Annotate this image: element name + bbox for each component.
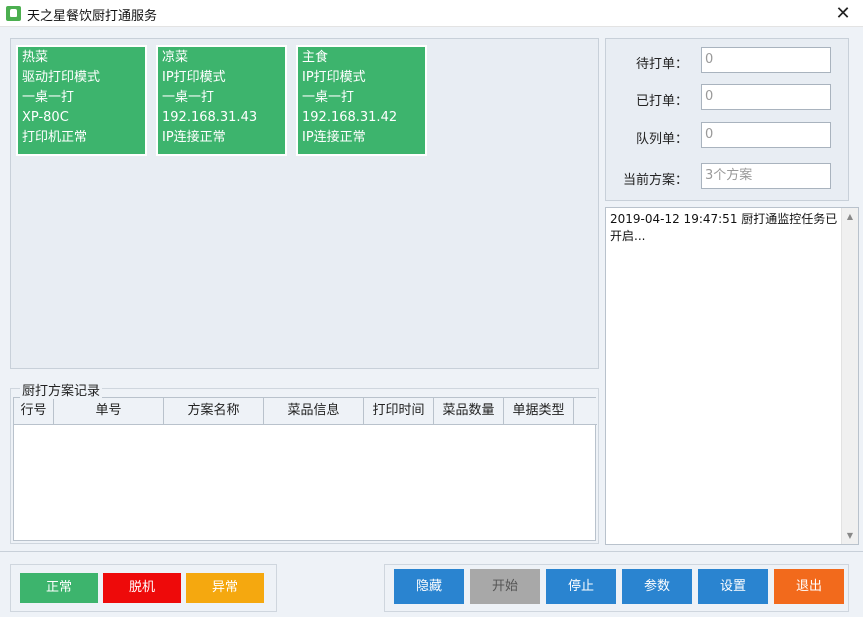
column-header-dish-info[interactable]: 菜品信息	[264, 398, 364, 424]
params-button[interactable]: 参数	[622, 569, 692, 604]
log-scrollbar[interactable]: ▲ ▼	[841, 208, 858, 544]
printer-name: 凉菜	[162, 50, 189, 65]
printer-status: IP连接正常	[302, 130, 366, 145]
bottom-toolbar: 正常 脱机 异常 隐藏 开始 停止 参数 设置 退出	[0, 551, 863, 617]
app-logo-icon	[6, 6, 21, 21]
printer-card-cold-dishes[interactable]: 凉菜 IP打印模式 一桌一打 192.168.31.43 IP连接正常	[156, 45, 287, 156]
title-bar: 天之星餐饮厨打通服务 ✕	[0, 0, 863, 27]
print-records-table[interactable]: 行号 单号 方案名称 菜品信息 打印时间 菜品数量 单据类型	[13, 397, 597, 541]
stop-button[interactable]: 停止	[546, 569, 616, 604]
window-title: 天之星餐饮厨打通服务	[27, 9, 158, 24]
legend-error: 异常	[186, 573, 264, 603]
printer-status: IP连接正常	[162, 130, 226, 145]
printer-device: XP-80C	[22, 110, 69, 125]
hide-button[interactable]: 隐藏	[394, 569, 464, 604]
start-button[interactable]: 开始	[470, 569, 540, 604]
current-scheme-field[interactable]: 3个方案	[701, 163, 831, 189]
close-button[interactable]: ✕	[823, 0, 863, 27]
column-header-row-no[interactable]: 行号	[14, 398, 54, 424]
pending-label: 待打单：	[635, 57, 688, 72]
printer-status: 打印机正常	[22, 130, 88, 145]
printed-label: 已打单：	[635, 94, 688, 109]
print-records-title: 厨打方案记录	[20, 380, 103, 399]
column-header-print-time[interactable]: 打印时间	[364, 398, 434, 424]
print-records-group: 厨打方案记录 行号 单号 方案名称 菜品信息 打印时间 菜品数量 单据类型	[10, 380, 599, 544]
printer-card-hot-dishes[interactable]: 热菜 驱动打印模式 一桌一打 XP-80C 打印机正常	[16, 45, 147, 156]
printer-policy: 一桌一打	[22, 90, 75, 105]
status-legend: 正常 脱机 异常	[10, 564, 277, 612]
settings-button[interactable]: 设置	[698, 569, 768, 604]
printed-count-field[interactable]: 0	[701, 84, 831, 110]
printer-device: 192.168.31.42	[302, 110, 398, 125]
service-log[interactable]: 2019-04-12 19:47:51 厨打通监控任务已开启... ▲ ▼	[605, 207, 859, 545]
scroll-up-icon[interactable]: ▲	[842, 208, 858, 225]
printer-device: 192.168.31.43	[162, 110, 258, 125]
printer-panel: 热菜 驱动打印模式 一桌一打 XP-80C 打印机正常 凉菜 IP打印模式 一桌…	[10, 38, 599, 369]
printer-policy: 一桌一打	[302, 90, 355, 105]
column-header-dish-count[interactable]: 菜品数量	[434, 398, 504, 424]
legend-normal: 正常	[20, 573, 98, 603]
printer-mode: IP打印模式	[162, 70, 226, 85]
column-header-scheme-name[interactable]: 方案名称	[164, 398, 264, 424]
queue-label: 队列单：	[635, 132, 688, 147]
action-buttons: 隐藏 开始 停止 参数 设置 退出	[384, 564, 849, 612]
printer-name: 主食	[302, 50, 329, 65]
printer-card-staple-food[interactable]: 主食 IP打印模式 一桌一打 192.168.31.42 IP连接正常	[296, 45, 427, 156]
printer-mode: 驱动打印模式	[22, 70, 101, 85]
printer-policy: 一桌一打	[162, 90, 215, 105]
stats-panel: 待打单： 0 已打单： 0 队列单： 0 当前方案： 3个方案	[605, 38, 849, 201]
pending-count-field[interactable]: 0	[701, 47, 831, 73]
legend-offline: 脱机	[103, 573, 181, 603]
printer-name: 热菜	[22, 50, 49, 65]
printer-mode: IP打印模式	[302, 70, 366, 85]
exit-button[interactable]: 退出	[774, 569, 844, 604]
table-header: 行号 单号 方案名称 菜品信息 打印时间 菜品数量 单据类型	[14, 398, 597, 425]
log-message: 2019-04-12 19:47:51 厨打通监控任务已开启...	[610, 212, 838, 243]
queue-count-field[interactable]: 0	[701, 122, 831, 148]
current-scheme-label: 当前方案：	[622, 173, 688, 188]
column-header-bill-type[interactable]: 单据类型	[504, 398, 574, 424]
scroll-down-icon[interactable]: ▼	[842, 527, 858, 544]
column-header-order-no[interactable]: 单号	[54, 398, 164, 424]
